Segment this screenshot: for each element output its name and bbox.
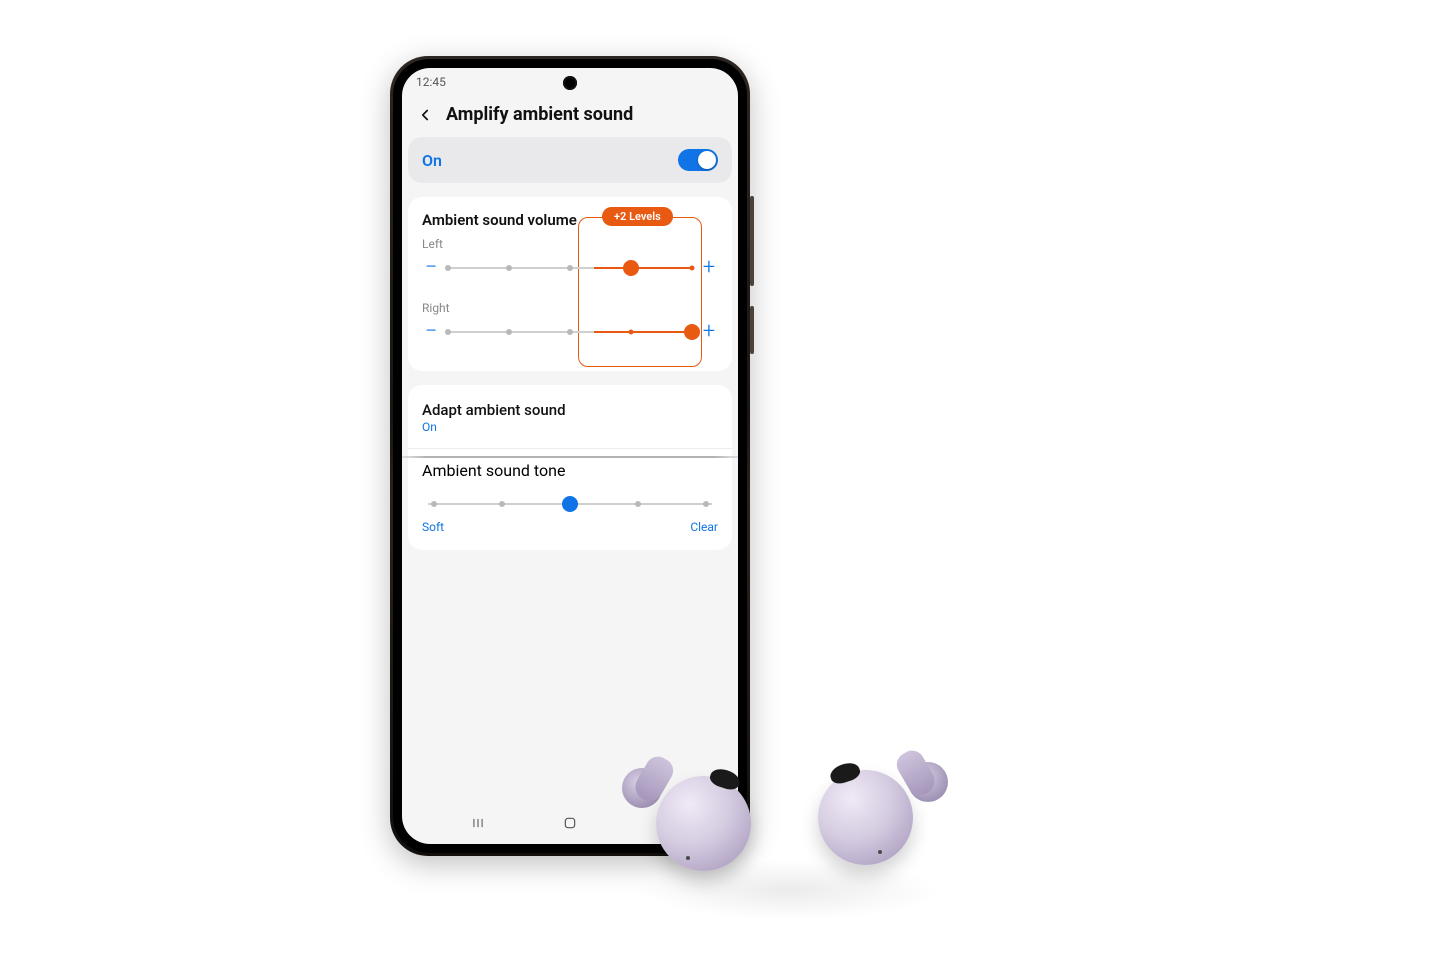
left-slider[interactable] (448, 258, 692, 278)
plus-icon[interactable]: + (700, 259, 718, 277)
adapt-status: On (422, 420, 718, 434)
minus-icon[interactable]: − (422, 323, 440, 341)
earbud-left (630, 750, 760, 880)
right-slider-row: − + (422, 317, 718, 347)
back-icon[interactable] (416, 106, 434, 124)
tone-card: Adapt ambient sound On Ambient sound ton… (408, 385, 732, 550)
left-slider-row: − + (422, 253, 718, 283)
left-thumb (623, 260, 639, 276)
right-slider[interactable] (448, 322, 692, 342)
fold-hinge (390, 456, 750, 458)
tone-soft-label: Soft (422, 520, 444, 534)
power-button (750, 306, 754, 354)
minus-icon[interactable]: − (422, 259, 440, 277)
status-time: 12:45 (416, 75, 446, 89)
volume-card: Ambient sound volume +2 Levels Left − + (408, 197, 732, 371)
phone: 12:45 Amplify ambient sound On Ambient s… (390, 56, 750, 856)
adapt-row[interactable]: Adapt ambient sound On (422, 399, 718, 444)
tone-title: Ambient sound tone (422, 461, 718, 480)
tone-slider[interactable] (422, 494, 718, 514)
page-title: Amplify ambient sound (446, 104, 633, 125)
plus-icon[interactable]: + (700, 323, 718, 341)
divider (408, 448, 732, 449)
app-header: Amplify ambient sound (402, 96, 738, 137)
feature-toggle-row[interactable]: On (408, 137, 732, 183)
toggle-label: On (422, 151, 442, 170)
adapt-title: Adapt ambient sound (422, 401, 718, 419)
tone-clear-label: Clear (690, 520, 718, 534)
punch-hole-camera (563, 76, 577, 90)
right-thumb (684, 324, 700, 340)
tone-thumb (562, 496, 578, 512)
recents-icon[interactable] (468, 813, 488, 833)
volume-rocker (750, 196, 754, 286)
toggle-switch[interactable] (678, 149, 718, 171)
home-icon[interactable] (560, 813, 580, 833)
levels-badge: +2 Levels (602, 207, 673, 226)
earbud-right (810, 744, 940, 874)
